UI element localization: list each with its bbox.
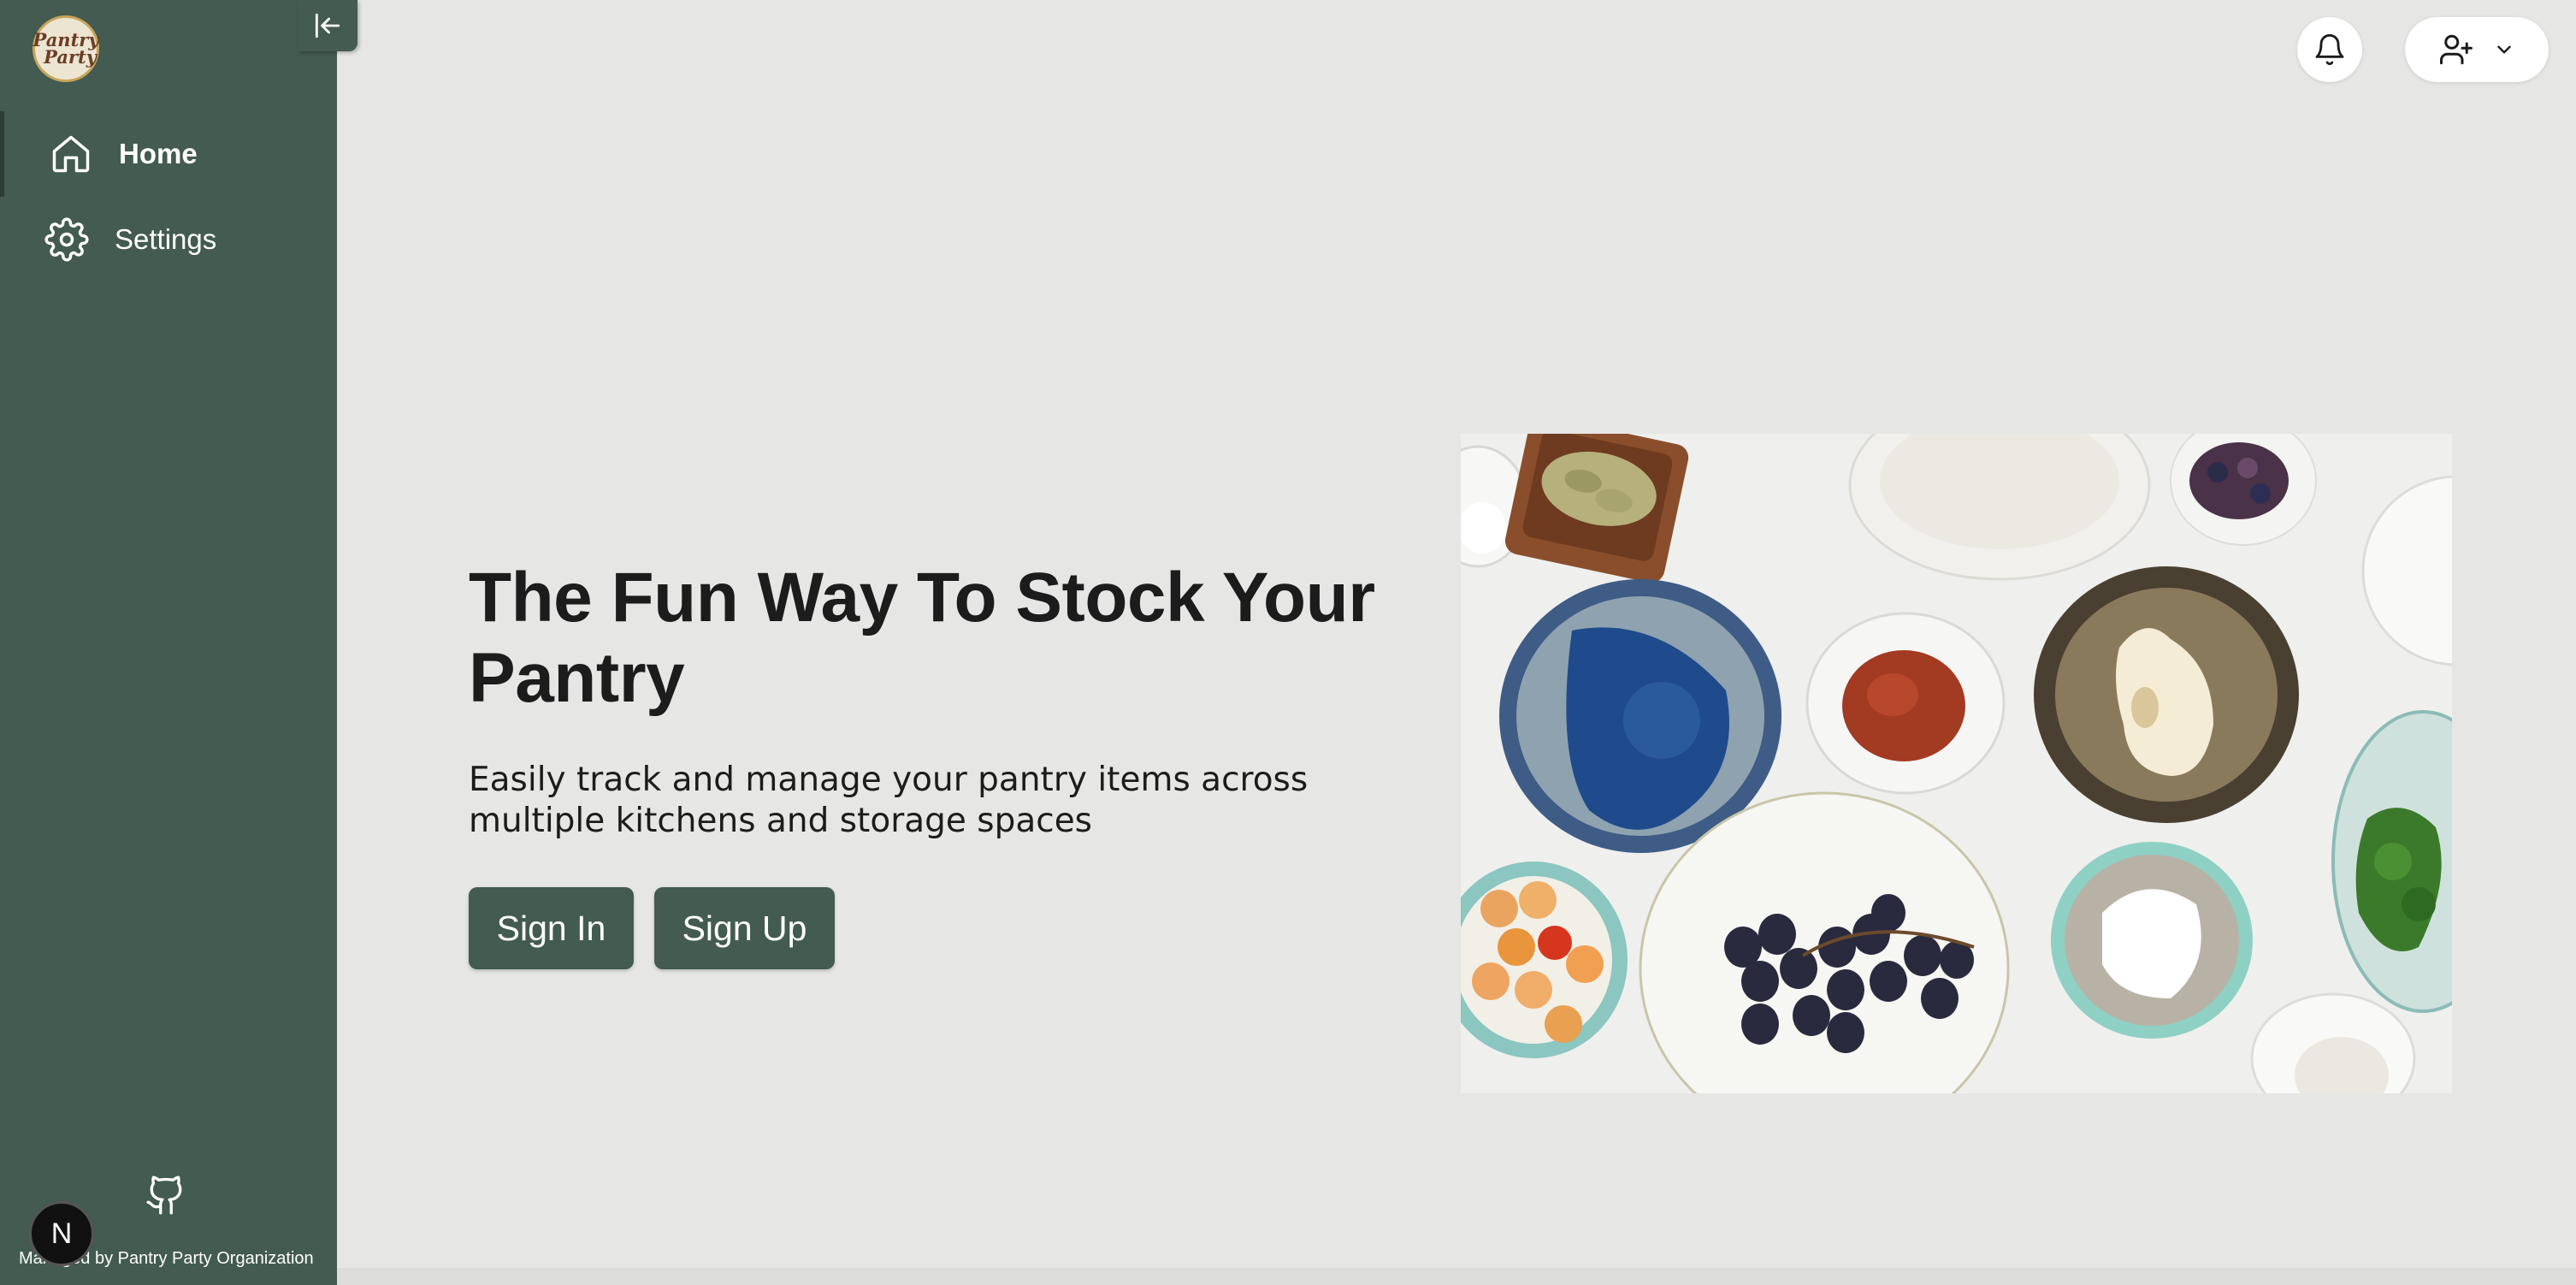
chevron-down-icon xyxy=(2497,45,2511,54)
user-menu-button[interactable] xyxy=(2405,17,2549,82)
bottom-strip xyxy=(337,1268,2576,1285)
collapse-sidebar-button[interactable] xyxy=(298,0,357,51)
home-icon xyxy=(52,135,90,173)
notifications-button[interactable] xyxy=(2297,17,2362,82)
sidebar-item-settings[interactable]: Settings xyxy=(0,197,337,282)
sidebar-item-label: Home xyxy=(119,138,198,169)
hero-title: The Fun Way To Stock Your Pantry xyxy=(469,559,1375,717)
hero-image xyxy=(1461,434,2452,1093)
sidebar: Pantry Party Home Settings N Managed by … xyxy=(0,0,337,1285)
food-bowls-illustration xyxy=(1461,434,2452,1093)
collapse-left-icon xyxy=(315,13,340,38)
sidebar-item-home[interactable]: Home xyxy=(0,111,337,197)
user-plus-icon xyxy=(2440,34,2473,65)
hero-subtitle: Easily track and manage your pantry item… xyxy=(469,761,1309,840)
pantry-party-logo[interactable]: Pantry Party xyxy=(32,15,99,82)
bell-icon xyxy=(2315,33,2344,66)
next-badge[interactable]: N xyxy=(29,1201,94,1266)
sidebar-item-label: Settings xyxy=(115,223,217,255)
gear-icon xyxy=(44,217,89,262)
sign-up-button[interactable]: Sign Up xyxy=(654,887,835,969)
github-icon[interactable] xyxy=(145,1174,187,1217)
sign-in-button[interactable]: Sign In xyxy=(469,887,634,969)
